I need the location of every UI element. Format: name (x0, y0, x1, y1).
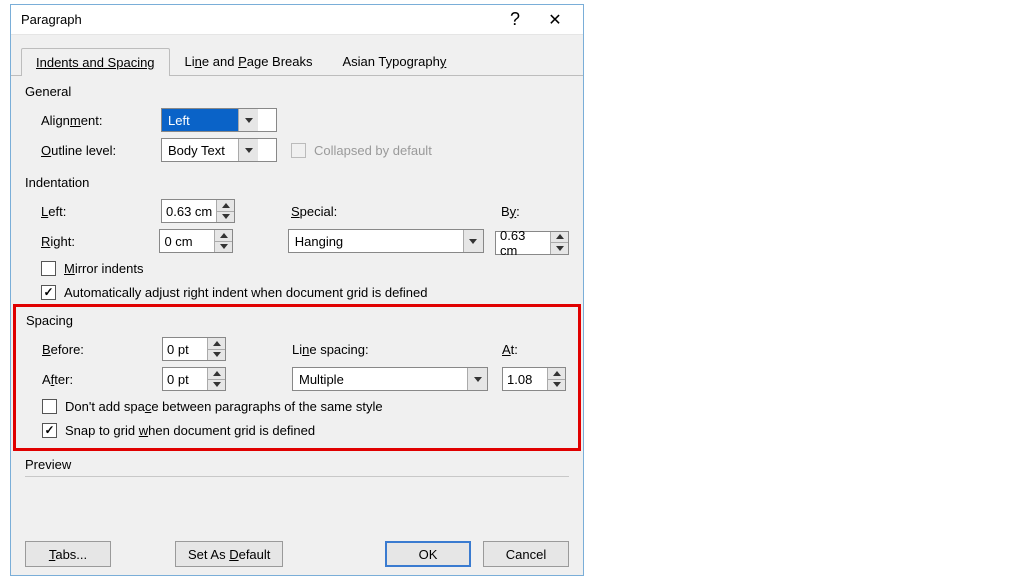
spacing-after-spinner[interactable]: 0 pt (162, 367, 226, 391)
special-combo[interactable]: Hanging (288, 229, 484, 253)
dont-add-space-checkbox[interactable] (42, 399, 57, 414)
indent-left-spinner[interactable]: 0.63 cm (161, 199, 235, 223)
dont-add-space-label: Don't add space between paragraphs of th… (65, 399, 383, 414)
paragraph-dialog: Paragraph ? ✕ Indents and Spacing Line a… (10, 4, 584, 576)
tab-strip: Indents and Spacing Line and Page Breaks… (11, 35, 583, 76)
dialog-title: Paragraph (21, 12, 82, 27)
chevron-down-icon[interactable] (238, 139, 258, 161)
group-general: General (25, 84, 569, 99)
alignment-value: Left (162, 109, 238, 131)
spacing-highlight: Spacing Before: 0 pt Line spacing: At: A… (13, 304, 581, 451)
outline-level-combo[interactable]: Body Text (161, 138, 277, 162)
alignment-label: Alignment: (41, 113, 161, 128)
spacing-before-spinner[interactable]: 0 pt (162, 337, 226, 361)
spin-up-icon[interactable] (216, 200, 234, 211)
spin-up-icon[interactable] (207, 368, 225, 379)
divider (25, 476, 569, 477)
ok-button[interactable]: OK (385, 541, 471, 567)
spin-up-icon[interactable] (547, 368, 565, 379)
group-spacing: Spacing (26, 313, 568, 328)
special-value: Hanging (289, 230, 463, 252)
spacing-before-label: Before: (42, 342, 162, 357)
line-spacing-value: Multiple (293, 368, 467, 390)
spacing-after-label: After: (42, 372, 162, 387)
by-label: By: (501, 204, 520, 219)
tab-indents-and-spacing[interactable]: Indents and Spacing (21, 48, 170, 76)
spin-down-icon[interactable] (216, 211, 234, 223)
collapsed-label: Collapsed by default (314, 143, 432, 158)
spacing-before-value: 0 pt (163, 338, 207, 360)
indent-right-spinner[interactable]: 0 cm (159, 229, 233, 253)
spin-down-icon[interactable] (207, 349, 225, 361)
special-label: Special: (291, 204, 501, 219)
close-button[interactable]: ✕ (535, 10, 575, 30)
alignment-combo[interactable]: Left (161, 108, 277, 132)
group-indentation: Indentation (25, 175, 569, 190)
tab-line-and-page-breaks[interactable]: Line and Page Breaks (170, 47, 328, 75)
outline-level-value: Body Text (162, 139, 238, 161)
tabs-button[interactable]: Tabs... (25, 541, 111, 567)
spacing-after-value: 0 pt (163, 368, 207, 390)
auto-adjust-checkbox[interactable] (41, 285, 56, 300)
spin-up-icon[interactable] (214, 230, 232, 241)
snap-to-grid-checkbox[interactable] (42, 423, 57, 438)
mirror-indents-checkbox[interactable] (41, 261, 56, 276)
by-value: 0.63 cm (496, 232, 550, 254)
at-spinner[interactable]: 1.08 (502, 367, 566, 391)
set-as-default-button[interactable]: Set As Default (175, 541, 283, 567)
outline-level-label: Outline level: (41, 143, 161, 158)
spin-down-icon[interactable] (547, 379, 565, 391)
spin-down-icon[interactable] (550, 242, 568, 254)
snap-to-grid-label: Snap to grid when document grid is defin… (65, 423, 315, 438)
indent-left-value: 0.63 cm (162, 200, 216, 222)
chevron-down-icon[interactable] (467, 368, 487, 390)
mirror-indents-label: Mirror indents (64, 261, 143, 276)
chevron-down-icon[interactable] (463, 230, 483, 252)
spin-up-icon[interactable] (207, 338, 225, 349)
title-bar: Paragraph ? ✕ (11, 5, 583, 35)
at-value: 1.08 (503, 368, 547, 390)
dialog-content: General Alignment: Left Outline level: B… (11, 76, 583, 477)
spin-up-icon[interactable] (550, 232, 568, 243)
line-spacing-label: Line spacing: (292, 342, 502, 357)
line-spacing-combo[interactable]: Multiple (292, 367, 488, 391)
tab-asian-typography[interactable]: Asian Typography (328, 47, 462, 75)
collapsed-checkbox (291, 143, 306, 158)
by-spinner[interactable]: 0.63 cm (495, 231, 569, 255)
chevron-down-icon[interactable] (238, 109, 258, 131)
spin-down-icon[interactable] (207, 379, 225, 391)
cancel-button[interactable]: Cancel (483, 541, 569, 567)
indent-left-label: Left: (41, 204, 161, 219)
group-preview: Preview (25, 457, 569, 472)
at-label: At: (502, 342, 518, 357)
button-row: Tabs... Set As Default OK Cancel (11, 541, 583, 567)
auto-adjust-label: Automatically adjust right indent when d… (64, 285, 428, 300)
indent-right-value: 0 cm (160, 230, 214, 252)
spin-down-icon[interactable] (214, 241, 232, 253)
help-button[interactable]: ? (495, 9, 535, 30)
indent-right-label: Right: (41, 234, 159, 249)
